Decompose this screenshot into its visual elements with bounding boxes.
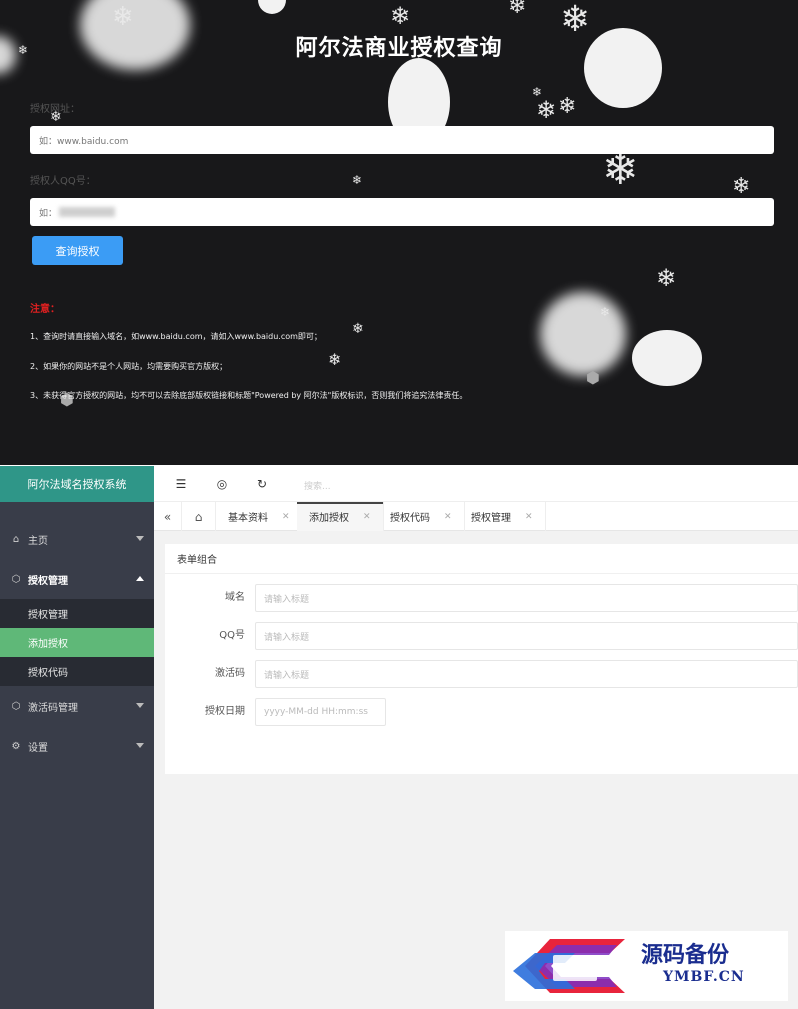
sidebar-item-settings[interactable]: ⚙ 设置 — [0, 726, 154, 766]
snowflake-icon: ❄ — [352, 173, 363, 187]
activation-code-field[interactable]: 请输入标题 — [255, 660, 798, 688]
tab-label: 基本资料 — [228, 513, 268, 524]
watermark-emblem-icon — [513, 939, 625, 993]
page-title: 阿尔法商业授权查询 — [295, 36, 503, 61]
snowflake-icon: ❄ — [656, 264, 677, 292]
sidebar-subitem-license-management[interactable]: 授权管理 — [0, 599, 154, 628]
notice-title: 注意： — [30, 304, 60, 315]
home-tab-icon[interactable]: ⌂ — [182, 502, 216, 531]
form-row-license-date: 授权日期 yyyy-MM-dd HH:mm:ss — [165, 698, 798, 726]
snowflake-icon: ❄ — [600, 305, 611, 319]
chevron-down-icon — [136, 743, 144, 748]
globe-icon[interactable]: ◎ — [215, 477, 229, 491]
domain-field[interactable]: 请输入标题 — [255, 584, 798, 612]
domain-label: 授权网址： — [30, 104, 80, 115]
snowflake-icon: ❄ — [732, 174, 751, 199]
tab-label: 添加授权 — [309, 513, 349, 524]
domain-input[interactable]: 如：www.baidu.com — [30, 126, 774, 154]
watermark-text: 源码备份 — [641, 942, 730, 968]
activation-code-field-label: 激活码 — [215, 668, 245, 679]
cube-icon: ⬡ — [11, 700, 21, 712]
close-icon[interactable]: ✕ — [282, 512, 290, 522]
tab-label: 授权管理 — [471, 513, 511, 524]
sidebar-submenu: 授权管理 添加授权 授权代码 — [0, 599, 154, 686]
chevron-up-icon — [136, 576, 144, 581]
snowflake-icon: ❄ — [390, 2, 411, 30]
notice-line: 3、未获得官方授权的网站，均不可以去除底部版权链接和标题"Powered by … — [30, 391, 468, 400]
snowflake-icon: ❄ — [328, 350, 342, 369]
snowflake-icon: ❄ — [536, 96, 557, 124]
sidebar-item-label: 激活码管理 — [28, 702, 78, 714]
search-input[interactable]: 搜索... — [304, 479, 331, 492]
qq-field-label: QQ号 — [219, 630, 245, 641]
tab-scroll-left-icon[interactable]: « — [154, 502, 182, 531]
close-icon[interactable]: ✕ — [525, 512, 533, 522]
tab-license-management[interactable]: 授权管理 ✕ — [459, 502, 546, 531]
cube-icon: ⬡ — [11, 573, 21, 585]
gear-icon: ⚙ — [11, 740, 21, 752]
snowflake-icon: ❄ — [558, 94, 577, 119]
top-toolbar: ☰ ◎ ↻ 搜索... — [154, 466, 798, 502]
form-card-title: 表单组合 — [165, 544, 798, 574]
close-icon[interactable]: ✕ — [363, 512, 371, 522]
sidebar-subitem-add-license[interactable]: 添加授权 — [0, 628, 154, 657]
chevron-down-icon — [136, 536, 144, 541]
snowflake-icon: ❄ — [352, 321, 364, 337]
tab-bar: « ⌂ 基本资料 ✕ 添加授权 ✕ 授权代码 ✕ 授权管理 ✕ — [154, 502, 798, 531]
qq-label: 授权人QQ号： — [30, 176, 96, 187]
sidebar-item-label: 设置 — [28, 742, 48, 754]
watermark-subtext: YMBF.CN — [663, 969, 745, 985]
notice-line: 1、查询时请直接输入域名，如www.baidu.com，请如入www.baidu… — [30, 332, 322, 341]
refresh-icon[interactable]: ↻ — [255, 477, 269, 491]
sidebar-item-label: 主页 — [28, 535, 48, 547]
query-license-button[interactable]: 查询授权 — [32, 236, 123, 265]
tab-license-code[interactable]: 授权代码 ✕ — [378, 502, 465, 531]
menu-toggle-icon[interactable]: ☰ — [174, 477, 188, 491]
home-icon: ⌂ — [12, 533, 20, 545]
snowflake-icon: ❄ — [602, 144, 639, 195]
license-date-field[interactable]: yyyy-MM-dd HH:mm:ss — [255, 698, 386, 726]
snow-blob-decoration — [258, 0, 286, 14]
redacted-mask — [59, 207, 116, 217]
qq-input[interactable]: 如： — [30, 198, 774, 226]
qq-input-placeholder: 如： — [39, 208, 58, 219]
qq-field[interactable]: 请输入标题 — [255, 622, 798, 650]
chevron-down-icon — [136, 703, 144, 708]
sidebar-item-home[interactable]: ⌂ 主页 — [0, 519, 154, 559]
sidebar-item-license-management[interactable]: ⬡ 授权管理 — [0, 559, 154, 599]
app-logo: 阿尔法域名授权系统 — [0, 466, 154, 502]
tab-basic-info[interactable]: 基本资料 ✕ — [216, 502, 303, 531]
watermark-logo: 源码备份 YMBF.CN — [505, 931, 788, 1001]
admin-panel: 阿尔法域名授权系统 ⌂ 主页 ⬡ 授权管理 授权管理 添加授权 授权代码 ⬡ 激… — [0, 466, 798, 1009]
tab-label: 授权代码 — [390, 513, 430, 524]
sidebar-item-label: 授权管理 — [28, 575, 68, 587]
domain-input-placeholder: 如：www.baidu.com — [39, 136, 129, 147]
snow-blob-decoration — [632, 330, 702, 386]
form-row-domain: 域名 请输入标题 — [165, 584, 798, 612]
form-row-activation-code: 激活码 请输入标题 — [165, 660, 798, 688]
notice-line: 2、如果你的网站不是个人网站，均需要购买官方版权； — [30, 362, 228, 371]
sidebar: 阿尔法域名授权系统 ⌂ 主页 ⬡ 授权管理 授权管理 添加授权 授权代码 ⬡ 激… — [0, 466, 154, 1009]
snowflake-icon: ❄ — [112, 2, 134, 32]
form-row-qq: QQ号 请输入标题 — [165, 622, 798, 650]
sidebar-item-activation-code[interactable]: ⬡ 激活码管理 — [0, 686, 154, 726]
license-date-field-label: 授权日期 — [205, 706, 245, 717]
tab-add-license[interactable]: 添加授权 ✕ — [297, 502, 384, 531]
snowflake-icon: ❄ — [508, 0, 527, 19]
sidebar-subitem-license-code[interactable]: 授权代码 — [0, 657, 154, 686]
snowflake-icon: ⬢ — [586, 368, 600, 387]
license-query-page: ❄ ❄ ❄ ❄ ❄ ❄ ❄ ❄ ❄ ❄ ❄ ❄ ❄ ❄ ❄ ❄ ⬢ ⬢ 阿尔法商… — [0, 0, 798, 465]
domain-field-label: 域名 — [225, 592, 245, 603]
snow-blob-decoration — [540, 292, 626, 376]
close-icon[interactable]: ✕ — [444, 512, 452, 522]
form-card: 表单组合 域名 请输入标题 QQ号 请输入标题 激活码 请输入标题 授权日期 y… — [165, 544, 798, 774]
